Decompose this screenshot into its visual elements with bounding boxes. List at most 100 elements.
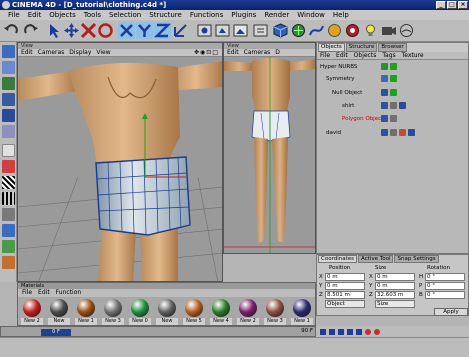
viewport-perspective[interactable]: View Edit Cameras Display View ✥◉⊡□ xyxy=(17,42,223,282)
size-mode-dropdown[interactable]: Size xyxy=(375,300,415,308)
previous-frame-icon[interactable] xyxy=(329,328,335,335)
viewport-menu-edit[interactable]: Edit xyxy=(21,49,33,56)
camera-icon[interactable] xyxy=(380,22,397,39)
solo-icon[interactable] xyxy=(2,208,15,221)
visibility-dots-icon[interactable] xyxy=(390,115,397,122)
tab-browser[interactable]: Browser xyxy=(378,43,407,52)
maximize-button[interactable]: □ xyxy=(447,1,457,9)
texture-tag-icon[interactable] xyxy=(408,129,415,136)
material-preview-icon[interactable] xyxy=(185,299,203,317)
material-swatch[interactable]: New xyxy=(156,299,178,326)
material-swatch[interactable]: New xyxy=(48,299,70,326)
y-axis-icon[interactable] xyxy=(136,22,153,39)
brush-icon[interactable] xyxy=(2,256,15,269)
rotation-h-field[interactable]: 0 ° xyxy=(425,273,465,281)
points-mode-icon[interactable] xyxy=(2,77,15,90)
viewport-menu-cameras[interactable]: Cameras xyxy=(244,49,271,56)
object-name[interactable]: Polygon Object xyxy=(342,114,383,124)
mat-menu-file[interactable]: File xyxy=(22,289,32,297)
om-menu-texture[interactable]: Texture xyxy=(402,52,424,59)
object-row-david[interactable]: david xyxy=(317,128,468,138)
enabled-check-icon[interactable] xyxy=(390,75,397,82)
object-name[interactable]: Null Object xyxy=(332,88,362,98)
material-preview-icon[interactable] xyxy=(212,299,230,317)
z-axis-icon[interactable] xyxy=(153,22,172,39)
mat-menu-function[interactable]: Function xyxy=(56,289,82,297)
visibility-dots-icon[interactable] xyxy=(390,129,397,136)
go-to-end-icon[interactable] xyxy=(356,328,362,335)
coordinate-system-dropdown[interactable]: Object xyxy=(325,300,365,308)
size-z-field[interactable]: 32.603 m xyxy=(375,291,415,299)
material-swatch[interactable]: New 2 xyxy=(237,299,259,326)
move-icon[interactable] xyxy=(63,22,80,39)
rotation-b-field[interactable]: 0 ° xyxy=(425,291,465,299)
go-to-start-icon[interactable] xyxy=(320,328,326,335)
visibility-dots-icon[interactable] xyxy=(390,102,397,109)
enabled-check-icon[interactable] xyxy=(390,63,397,70)
material-tag-icon[interactable] xyxy=(399,129,406,136)
viewport-menu-view[interactable]: View xyxy=(96,49,110,56)
null-tag-icon[interactable] xyxy=(381,89,388,96)
size-x-field[interactable]: 0 m xyxy=(375,273,415,281)
menu-window[interactable]: Window xyxy=(293,10,329,20)
scale-icon[interactable] xyxy=(80,22,97,39)
material-swatch[interactable]: New 1 xyxy=(75,299,97,326)
texture-mode-icon[interactable] xyxy=(2,160,15,173)
viewport-canvas[interactable] xyxy=(224,57,315,253)
texture-tag-icon[interactable] xyxy=(399,102,406,109)
polygon-tag-icon[interactable] xyxy=(381,102,388,109)
object-row-null[interactable]: Null Object xyxy=(317,88,468,98)
viewport-nav-icons[interactable]: ✥◉⊡□ xyxy=(194,49,219,56)
rotate-icon[interactable] xyxy=(97,22,114,39)
object-name[interactable]: david xyxy=(326,128,341,138)
cube-icon[interactable] xyxy=(272,22,289,39)
play-icon[interactable] xyxy=(338,328,344,335)
record-icon[interactable] xyxy=(365,328,371,335)
next-frame-icon[interactable] xyxy=(347,328,353,335)
redo-icon[interactable] xyxy=(22,22,39,39)
object-mode-icon[interactable] xyxy=(2,61,15,74)
material-preview-icon[interactable] xyxy=(23,299,41,317)
spline-icon[interactable] xyxy=(308,22,325,39)
viewport-menu-cameras[interactable]: Cameras xyxy=(38,49,65,56)
enabled-check-icon[interactable] xyxy=(390,89,397,96)
rotation-p-field[interactable]: 0 ° xyxy=(425,282,465,290)
apply-button[interactable]: Apply xyxy=(434,308,468,316)
object-list[interactable]: Hyper NURBS Symmetry Null Object shirt P… xyxy=(317,60,468,253)
deformer-icon[interactable] xyxy=(326,22,343,39)
object-name[interactable]: Hyper NURBS xyxy=(320,62,357,72)
position-y-field[interactable]: 0 m xyxy=(325,282,365,290)
polygons-mode-icon[interactable] xyxy=(2,109,15,122)
om-menu-file[interactable]: File xyxy=(320,52,330,59)
viewport-canvas[interactable] xyxy=(18,57,222,281)
timeline[interactable]: 0 F 90 F xyxy=(0,326,316,337)
om-menu-edit[interactable]: Edit xyxy=(336,52,348,59)
material-preview-icon[interactable] xyxy=(77,299,95,317)
edges-mode-icon[interactable] xyxy=(2,93,15,106)
menu-tools[interactable]: Tools xyxy=(80,10,105,20)
material-preview-icon[interactable] xyxy=(131,299,149,317)
scene-icon[interactable] xyxy=(344,22,361,39)
om-menu-tags[interactable]: Tags xyxy=(382,52,395,59)
symmetry-tag-icon[interactable] xyxy=(381,75,388,82)
undo-icon[interactable] xyxy=(3,22,20,39)
mat-menu-edit[interactable]: Edit xyxy=(38,289,50,297)
nurbs-icon[interactable] xyxy=(290,22,307,39)
grid-icon[interactable] xyxy=(2,144,15,157)
time-slider[interactable]: 0 F xyxy=(41,329,71,336)
viewport-menu-edit[interactable]: Edit xyxy=(227,49,239,56)
material-swatch[interactable]: New 0 xyxy=(129,299,151,326)
menu-structure[interactable]: Structure xyxy=(145,10,186,20)
menu-plugins[interactable]: Plugins xyxy=(227,10,260,20)
object-row-symmetry[interactable]: Symmetry xyxy=(317,74,468,84)
material-preview-icon[interactable] xyxy=(50,299,68,317)
tab-coordinates[interactable]: Coordinates xyxy=(318,255,358,263)
polygon-tag-icon[interactable] xyxy=(381,129,388,136)
render-picture-icon[interactable] xyxy=(232,22,249,39)
menu-functions[interactable]: Functions xyxy=(186,10,227,20)
snap-icon[interactable] xyxy=(2,224,15,237)
uv-mode-icon[interactable] xyxy=(2,192,15,205)
material-preview-icon[interactable] xyxy=(266,299,284,317)
camera-mode-icon[interactable] xyxy=(2,45,15,58)
object-row-hyper-nurbs[interactable]: Hyper NURBS xyxy=(317,62,468,72)
